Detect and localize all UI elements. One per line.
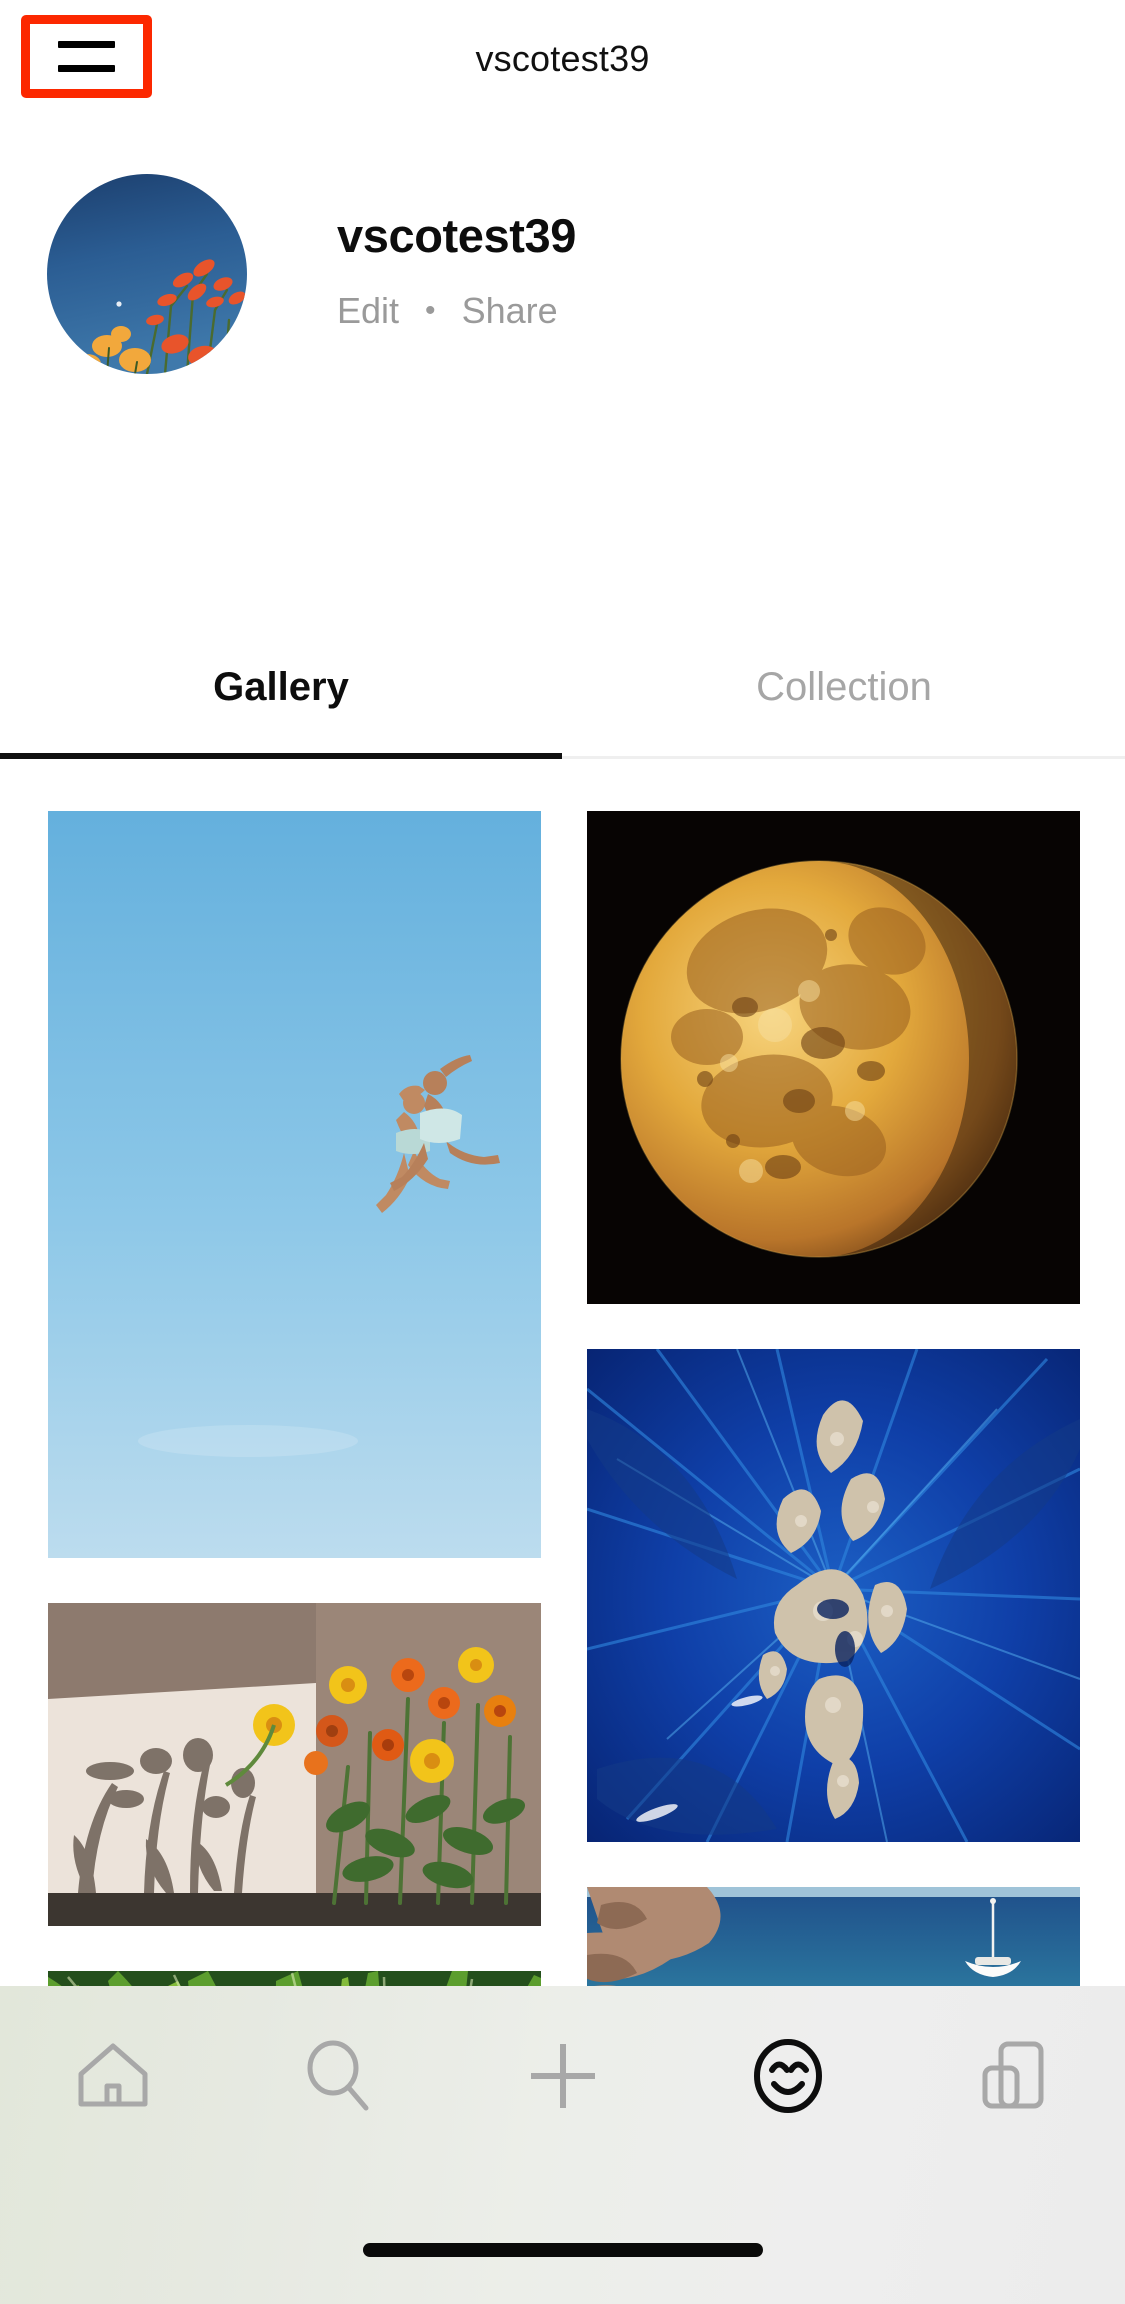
home-icon	[78, 2043, 147, 2107]
nav-item-discover[interactable]	[225, 2011, 450, 2141]
profile-section: vscotest39 Edit • Share	[0, 160, 1125, 410]
share-profile-button[interactable]: Share	[462, 290, 558, 332]
gallery-item-photo-flowers-shadow[interactable]	[48, 1603, 541, 1926]
photo-blue-glacier	[587, 1349, 1080, 1842]
tab-collection[interactable]: Collection	[563, 620, 1125, 755]
profile-tabs: Gallery Collection	[0, 620, 1125, 760]
tab-gallery-label: Gallery	[213, 665, 349, 709]
photo-flowers-shadow	[48, 1603, 541, 1926]
gallery-item-photo-jumpers[interactable]	[48, 811, 541, 1558]
app-screen: vscotest39 vscotest39 Edit • Share Galle…	[0, 0, 1125, 2304]
page-title: vscotest39	[475, 38, 650, 79]
tab-gallery[interactable]: Gallery	[0, 620, 562, 755]
search-icon	[307, 2040, 368, 2111]
gallery-item-photo-moon[interactable]	[587, 811, 1080, 1304]
app-header: vscotest39	[0, 0, 1125, 118]
bottom-nav-items	[0, 2011, 1125, 2141]
nav-item-home[interactable]	[0, 2011, 225, 2141]
avatar[interactable]	[47, 174, 247, 374]
gallery-column-right	[587, 811, 1080, 2104]
profile-actions: Edit • Share	[337, 290, 558, 332]
nav-item-profile[interactable]	[675, 2011, 900, 2141]
gallery-column-left	[48, 811, 541, 2104]
photo-moon	[587, 811, 1080, 1304]
tab-active-indicator	[0, 753, 562, 759]
gallery-grid	[0, 811, 1125, 2104]
nav-item-create[interactable]	[450, 2011, 675, 2141]
home-indicator-bar	[362, 2243, 763, 2257]
smiley-face-icon	[753, 2039, 822, 2113]
nav-item-studio[interactable]	[900, 2011, 1125, 2141]
action-separator: •	[425, 294, 436, 327]
profile-username: vscotest39	[337, 209, 576, 262]
photo-jumpers	[48, 811, 541, 1558]
bar-chart-icon	[982, 2041, 1043, 2109]
edit-profile-button[interactable]: Edit	[337, 290, 399, 332]
plus-icon	[530, 2044, 595, 2108]
tab-collection-label: Collection	[756, 665, 932, 709]
gallery-item-photo-blue-glacier[interactable]	[587, 1349, 1080, 1842]
avatar-image	[47, 174, 247, 374]
bottom-navigation-bar	[0, 1986, 1125, 2304]
